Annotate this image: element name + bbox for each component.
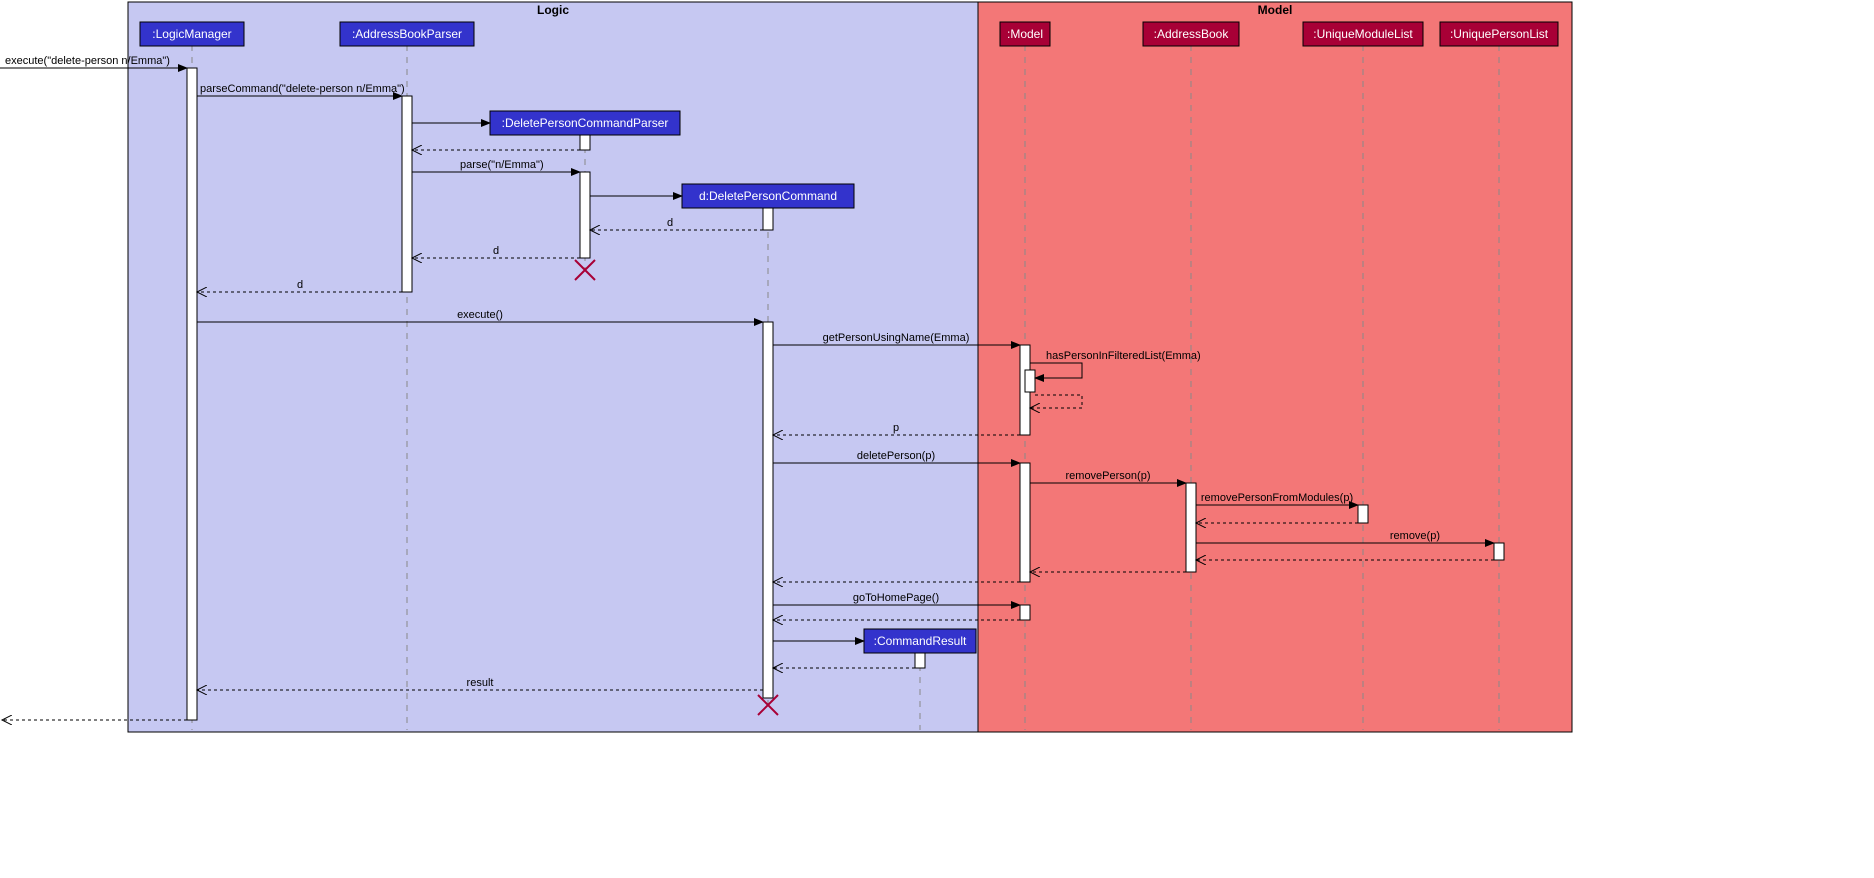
- msg-label: execute("delete-person n/Emma"): [5, 55, 170, 67]
- participant-cr-label: :CommandResult: [874, 634, 967, 648]
- activation: [580, 172, 590, 258]
- frame-logic-label: Logic: [537, 3, 569, 17]
- msg-label: getPersonUsingName(Emma): [823, 332, 970, 344]
- participant-dpc-label: d:DeletePersonCommand: [699, 189, 837, 203]
- msg-label: d: [667, 217, 673, 229]
- sequence-diagram: Logic Model :LogicManager :AddressBookPa…: [0, 0, 1874, 878]
- frame-model: [978, 2, 1572, 732]
- participant-upl-label: :UniquePersonList: [1450, 27, 1549, 41]
- activation: [1186, 483, 1196, 572]
- activation: [763, 322, 773, 698]
- msg-label: hasPersonInFilteredList(Emma): [1046, 350, 1201, 362]
- msg-label: parse("n/Emma"): [460, 159, 544, 171]
- activation: [1358, 505, 1368, 523]
- msg-label: parseCommand("delete-person n/Emma"): [200, 83, 405, 95]
- participant-lm-label: :LogicManager: [152, 27, 231, 41]
- activation: [1020, 463, 1030, 582]
- activation: [402, 96, 412, 292]
- msg-label: goToHomePage(): [853, 592, 939, 604]
- participant-ab-label: :AddressBook: [1154, 27, 1230, 41]
- msg-label: d: [297, 279, 303, 291]
- activation: [1494, 543, 1504, 560]
- activation: [1025, 370, 1035, 392]
- participant-dpcp-label: :DeletePersonCommandParser: [502, 116, 669, 130]
- msg-label: removePerson(p): [1066, 470, 1151, 482]
- msg-label: d: [493, 245, 499, 257]
- msg-label: execute(): [457, 309, 503, 321]
- msg-label: removePersonFromModules(p): [1201, 492, 1353, 504]
- participant-mdl-label: :Model: [1007, 27, 1043, 41]
- activation: [187, 68, 197, 720]
- msg-label: remove(p): [1390, 530, 1440, 542]
- activation: [763, 208, 773, 230]
- participant-uml-label: :UniqueModuleList: [1313, 27, 1413, 41]
- activation: [580, 135, 590, 150]
- frame-model-label: Model: [1258, 3, 1293, 17]
- msg-label: p: [893, 422, 899, 434]
- participant-abp-label: :AddressBookParser: [352, 27, 462, 41]
- msg-label: deletePerson(p): [857, 450, 935, 462]
- msg-label: result: [467, 677, 494, 689]
- activation: [915, 653, 925, 668]
- activation: [1020, 605, 1030, 620]
